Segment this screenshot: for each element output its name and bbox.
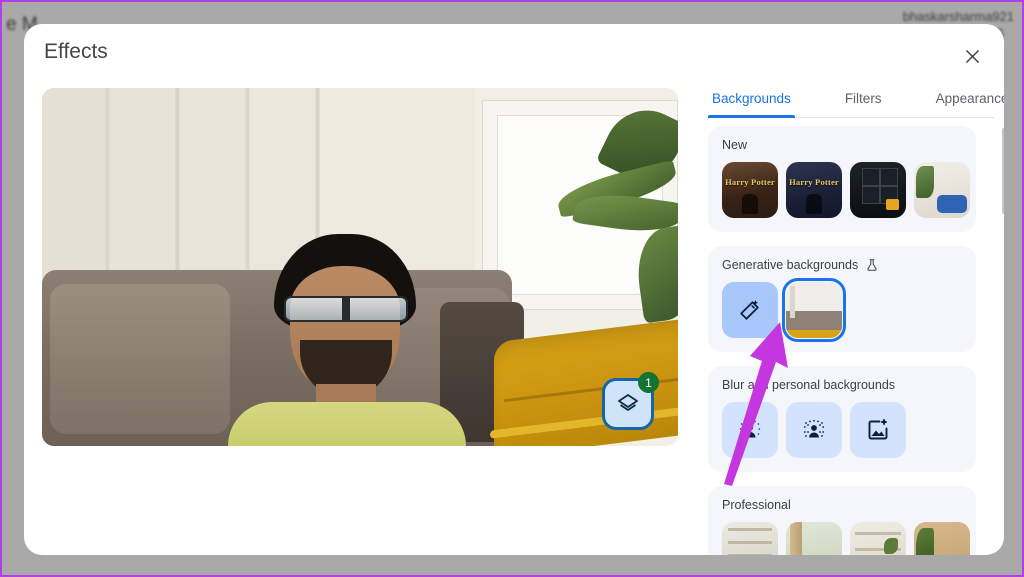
tab-backgrounds[interactable]: Backgrounds xyxy=(708,80,795,118)
section-new: New Harry Potter Harry Potter xyxy=(708,126,976,232)
upload-image-button[interactable] xyxy=(850,402,906,458)
section-generative: Generative backgrounds xyxy=(708,246,976,352)
thumb-dark-window-room[interactable] xyxy=(850,162,906,218)
dialog-body: 1 Backgrounds Filters Appearance New Har… xyxy=(24,80,1004,555)
slight-blur-button[interactable] xyxy=(722,402,778,458)
preview-sofa-cushion xyxy=(50,284,230,434)
section-generative-title: Generative backgrounds xyxy=(722,258,962,272)
full-blur-button[interactable] xyxy=(786,402,842,458)
generate-background-button[interactable] xyxy=(722,282,778,338)
thumb-wood-panel-plant[interactable] xyxy=(914,522,970,555)
add-image-icon xyxy=(868,419,888,440)
tab-appearance[interactable]: Appearance xyxy=(932,80,1004,117)
close-button[interactable] xyxy=(954,38,990,74)
layers-button[interactable]: 1 xyxy=(602,372,659,430)
layers-icon xyxy=(618,394,638,411)
section-blur-title: Blur and personal backgrounds xyxy=(722,378,896,392)
thumb-bright-living-room[interactable] xyxy=(914,162,970,218)
section-professional-title: Professional xyxy=(722,498,791,512)
thumb-label: Harry Potter xyxy=(789,177,839,187)
preview-person-glasses xyxy=(284,296,408,322)
video-preview: 1 xyxy=(42,88,678,446)
section-blur-thumbs xyxy=(722,402,962,458)
effects-dialog: Effects 1 Backgrounds Filters Appearance… xyxy=(24,24,1004,555)
thumb-figure xyxy=(742,194,758,214)
full-blur-icon xyxy=(803,419,825,438)
thumb-harry-potter-2[interactable]: Harry Potter xyxy=(786,162,842,218)
thumb-green-sofa-room[interactable] xyxy=(786,522,842,555)
thumb-label: Harry Potter xyxy=(725,177,775,187)
magic-wand-icon xyxy=(740,300,759,320)
section-generative-thumbs xyxy=(722,278,962,342)
thumb-shelf-plants-room[interactable] xyxy=(850,522,906,555)
section-new-thumbs: Harry Potter Harry Potter xyxy=(722,162,970,218)
background-account-name: bhaskarsharma921 xyxy=(902,9,1014,24)
section-blur: Blur and personal backgrounds xyxy=(708,366,976,472)
panel-scroll-thumb[interactable] xyxy=(1002,128,1004,214)
sections-scroll-area[interactable]: New Harry Potter Harry Potter Generative… xyxy=(708,126,994,555)
thumb-bookshelf-room[interactable] xyxy=(722,522,778,555)
panel-scrollbar[interactable] xyxy=(1002,128,1004,534)
flask-icon xyxy=(867,259,877,271)
layers-badge: 1 xyxy=(638,372,659,393)
effects-panel: Backgrounds Filters Appearance New Harry… xyxy=(708,80,1004,555)
generated-sofa-background-thumb[interactable] xyxy=(782,278,846,342)
dialog-header: Effects xyxy=(24,24,1004,86)
close-icon xyxy=(965,49,979,63)
section-generative-label: Generative backgrounds xyxy=(722,258,859,272)
section-professional-thumbs xyxy=(722,522,970,555)
tab-bar: Backgrounds Filters Appearance xyxy=(708,80,1004,118)
tab-filters[interactable]: Filters xyxy=(841,80,886,117)
thumb-figure xyxy=(806,194,822,214)
page-frame: e M bhaskarsharma921 S Effects xyxy=(0,0,1024,577)
page-title: Effects xyxy=(44,40,108,63)
section-new-title: New xyxy=(722,138,748,152)
thumb-harry-potter-1[interactable]: Harry Potter xyxy=(722,162,778,218)
slight-blur-icon xyxy=(739,420,761,438)
section-professional: Professional xyxy=(708,486,976,555)
preview-person-shirt xyxy=(228,402,466,446)
